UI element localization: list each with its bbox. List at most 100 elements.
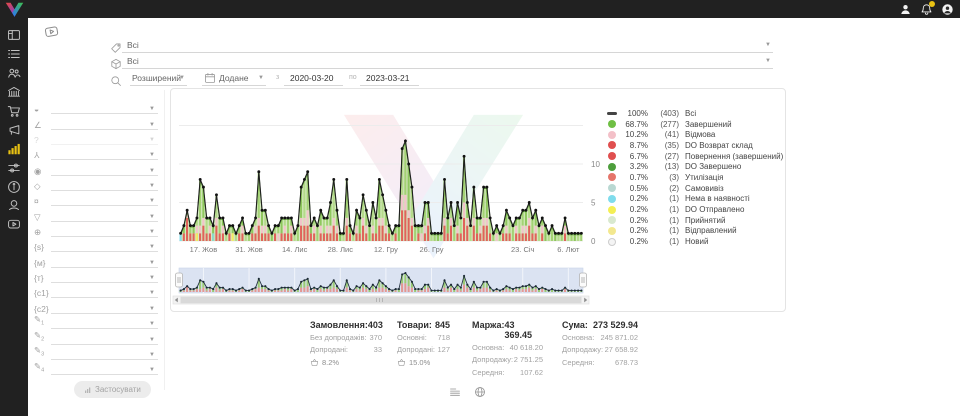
planet-select[interactable]: ▼: [51, 102, 158, 114]
summary-list-icon[interactable]: [449, 385, 461, 397]
legend-count: (41): [648, 130, 679, 139]
legend-percent: 10.2%: [616, 130, 648, 139]
legend-item-1[interactable]: 68.7%(277)Завершений: [608, 119, 780, 130]
pencil-3-icon: ✎3: [34, 345, 51, 360]
token-t-select[interactable]: ▼: [51, 271, 158, 283]
date-field-select[interactable]: Додане ▼: [202, 71, 266, 86]
filter-row-ruler: ∠▼: [34, 114, 158, 129]
sidebar-item-video-tutorials[interactable]: [0, 215, 28, 234]
announcements-icon: [7, 123, 21, 137]
x-axis-label: 26. Гру: [420, 245, 444, 254]
pencil-2-select[interactable]: ▼: [51, 333, 158, 345]
filter-row-pencil-4: ✎4▼: [34, 360, 158, 375]
navigator-handle-left[interactable]: [176, 273, 183, 287]
fingerprint-select[interactable]: ▼: [51, 164, 158, 176]
globe-select[interactable]: ▼: [51, 225, 158, 237]
legend-item-3[interactable]: 8.7%(35)DO Возврат склад: [608, 140, 780, 151]
navigator-handle-right[interactable]: [580, 273, 587, 287]
money-select[interactable]: ▼: [51, 194, 158, 206]
search-icon[interactable]: [110, 74, 122, 86]
legend-label: Нема в наявності: [685, 194, 750, 203]
sidebar-item-dashboard[interactable]: [0, 26, 28, 45]
legend-label: DO Возврат склад: [685, 141, 753, 150]
chevron-down-icon: ▼: [149, 306, 155, 312]
app-logo-icon[interactable]: [4, 1, 25, 17]
legend-item-2[interactable]: 10.2%(41)Відмова: [608, 129, 780, 140]
legend-item-9[interactable]: 0.2%(1)DO Отправлено: [608, 204, 780, 215]
sidebar-item-info[interactable]: [0, 177, 28, 196]
search-mode-value: Розширений: [132, 73, 181, 83]
pencil-1-select[interactable]: ▼: [51, 317, 158, 329]
sidebar-item-orders-list[interactable]: [0, 45, 28, 64]
stat-value: 845: [435, 320, 450, 330]
y-axis-label: 0: [591, 237, 596, 246]
funnel-select[interactable]: ▼: [51, 210, 158, 222]
notifications-icon[interactable]: [920, 3, 933, 16]
search-mode-select[interactable]: Розширений ▼: [130, 71, 187, 86]
completed-area: [181, 141, 582, 241]
settings-sliders-icon: [7, 161, 21, 175]
sidebar-item-announcements[interactable]: [0, 120, 28, 139]
token-s-select[interactable]: ▼: [51, 240, 158, 252]
globe-icon[interactable]: [474, 385, 486, 397]
stat-sub-label: Середня:: [562, 358, 594, 367]
legend-item-5[interactable]: 3.2%(13)DO Завершено: [608, 161, 780, 172]
legend-dot-swatch: [608, 131, 616, 139]
legend-percent: 6.7%: [616, 152, 648, 161]
bar-chart-icon: [84, 386, 92, 394]
sidebar-item-customers[interactable]: [0, 64, 28, 83]
money-icon: ¤: [34, 196, 51, 206]
date-from-input[interactable]: 2020-03-20: [284, 71, 343, 86]
topbar-actions: [899, 1, 954, 17]
ruler-select[interactable]: ▼: [51, 118, 158, 130]
sidebar-item-settings-sliders[interactable]: [0, 158, 28, 177]
panel-divider: [164, 90, 165, 390]
basket-icon: [397, 358, 406, 367]
filter-row-planet: ◒▼: [34, 99, 158, 114]
hierarchy-select[interactable]: ▼: [51, 148, 158, 160]
sidebar-item-cart[interactable]: [0, 102, 28, 121]
product-filter-select[interactable]: Всі ▼: [122, 54, 773, 69]
pencil-3-select[interactable]: ▼: [51, 348, 158, 360]
stat-sub-value: 40 618.20: [510, 343, 543, 352]
apply-button[interactable]: Застосувати: [74, 381, 151, 398]
sidebar-item-hand-box[interactable]: [0, 196, 28, 215]
question-select[interactable]: ▼: [51, 133, 158, 145]
token-c1-select[interactable]: ▼: [51, 286, 158, 298]
legend-item-10[interactable]: 0.2%(1)Прийнятий: [608, 215, 780, 226]
chevron-down-icon: ▼: [149, 106, 155, 112]
video-play-icon[interactable]: [41, 22, 62, 40]
legend-item-12[interactable]: 0.2%(1)Новий: [608, 236, 780, 247]
legend-item-4[interactable]: 6.7%(27)Повернення (завершений): [608, 151, 780, 162]
chevron-down-icon: ▼: [149, 337, 155, 343]
token-c2-select[interactable]: ▼: [51, 302, 158, 314]
legend-item-11[interactable]: 0.2%(1)Відправлений: [608, 226, 780, 237]
sidebar-item-statistics[interactable]: [0, 139, 28, 158]
x-axis-label: 31. Жов: [235, 245, 263, 254]
legend-item-8[interactable]: 0.2%(1)Нема в наявності: [608, 194, 780, 205]
chart-scrollbar-thumb[interactable]: [181, 297, 582, 303]
legend-dot-swatch: [608, 195, 616, 203]
filter-panel: ◒▼∠▼?▼Y▼◉▼◇▼¤▼▽▼⊕▼{s}▼{м}▼{т}▼{с1}▼{с2}▼…: [34, 99, 158, 375]
avatar-icon[interactable]: [941, 3, 954, 16]
date-to-input[interactable]: 2023-03-21: [360, 71, 419, 86]
summary-list-icon: [449, 386, 461, 398]
legend-label: Новий: [685, 237, 708, 246]
cube-select[interactable]: ▼: [51, 179, 158, 191]
chevron-down-icon: ▼: [149, 244, 155, 250]
legend-label: Утилізація: [685, 173, 723, 182]
token-m-select[interactable]: ▼: [51, 256, 158, 268]
marketplace-icon: [7, 85, 21, 99]
fingerprint-icon: ◉: [34, 166, 51, 176]
stat-sub-value: 107.62: [520, 368, 543, 377]
stat-sub-label: Середня:: [472, 368, 504, 377]
legend-item-7[interactable]: 0.5%(2)Самовивіз: [608, 183, 780, 194]
chevron-down-icon: ▼: [149, 198, 155, 204]
legend-item-0[interactable]: 100%(403)Всі: [608, 108, 780, 119]
legend-item-6[interactable]: 0.7%(3)Утилізація: [608, 172, 780, 183]
pencil-4-select[interactable]: ▼: [51, 363, 158, 375]
sidebar-item-marketplace[interactable]: [0, 83, 28, 102]
orders-list-icon: [7, 47, 21, 61]
status-filter-select[interactable]: Всі ▼: [122, 38, 773, 53]
user-icon[interactable]: [899, 3, 912, 16]
